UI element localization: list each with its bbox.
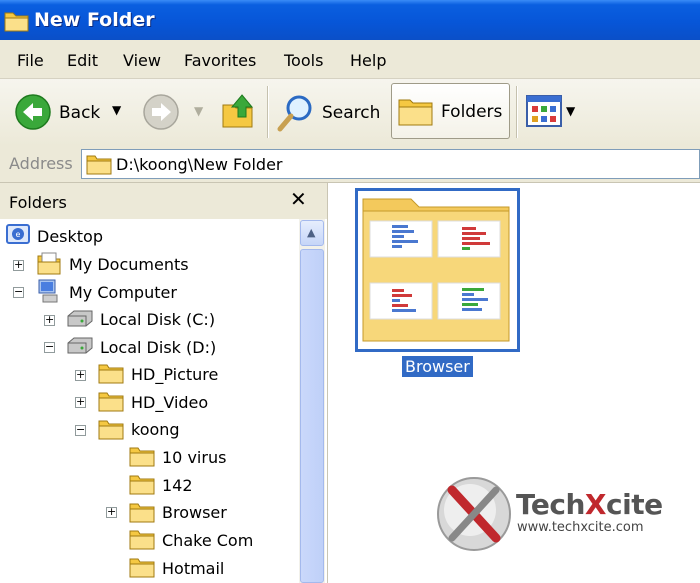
- folder-icon: [98, 420, 124, 440]
- tree-item-hd-video[interactable]: HD_Video: [131, 393, 208, 412]
- expand-toggle[interactable]: +: [13, 258, 24, 271]
- tree-item-koong[interactable]: koong: [131, 420, 180, 439]
- up-folder-icon[interactable]: [220, 91, 258, 131]
- close-icon[interactable]: ✕: [290, 187, 307, 211]
- tree-item-browser[interactable]: Browser: [162, 503, 227, 522]
- folders-pane-title: Folders: [9, 193, 67, 212]
- menu-favorites[interactable]: Favorites: [184, 51, 256, 70]
- svg-text:e: e: [16, 230, 21, 239]
- folder-icon: [129, 475, 155, 495]
- content-pane: Browser: [328, 183, 700, 583]
- folder-icon: [86, 155, 112, 175]
- folders-pane: Folders ✕ e Desktop + My Documents − My …: [0, 183, 328, 583]
- folder-icon: [129, 447, 155, 467]
- tree-item-local-disk-d[interactable]: Local Disk (D:): [100, 338, 216, 357]
- my-documents-icon: [37, 252, 61, 275]
- title-bar: New Folder: [0, 0, 700, 40]
- address-input[interactable]: D:\koong\New Folder: [81, 149, 700, 179]
- back-button[interactable]: Back ▼: [10, 87, 130, 137]
- tree-item-hotmail[interactable]: Hotmail: [162, 559, 224, 578]
- back-label: Back: [59, 103, 101, 123]
- folder-thumbnail-icon: [362, 198, 510, 342]
- folder-label-browser[interactable]: Browser: [402, 356, 473, 377]
- folders-scrollbar[interactable]: ▲: [299, 219, 325, 583]
- window-title: New Folder: [34, 9, 155, 31]
- expand-toggle[interactable]: +: [75, 368, 86, 381]
- tree-item-chake-com[interactable]: Chake Com: [162, 531, 253, 550]
- folders-icon: [398, 99, 433, 126]
- views-dropdown-icon[interactable]: ▼: [566, 104, 575, 118]
- expand-toggle[interactable]: +: [106, 505, 117, 518]
- tree-item-10-virus[interactable]: 10 virus: [162, 448, 226, 467]
- expand-toggle[interactable]: +: [75, 395, 86, 408]
- tree-item-hd-picture[interactable]: HD_Picture: [131, 365, 218, 384]
- folder-icon: [4, 12, 29, 32]
- address-bar: Address D:\koong\New Folder: [0, 146, 700, 183]
- techxcite-logo: [437, 477, 511, 551]
- menu-view[interactable]: View: [123, 51, 161, 70]
- menu-file[interactable]: File: [17, 51, 44, 70]
- scroll-up-button[interactable]: ▲: [300, 220, 324, 246]
- expand-toggle[interactable]: −: [44, 340, 55, 353]
- toolbar: Back ▼ ▼ Search Folders ▼: [0, 79, 700, 147]
- views-button[interactable]: ▼: [524, 93, 580, 129]
- tree-item-local-disk-c[interactable]: Local Disk (C:): [100, 310, 215, 329]
- expand-toggle[interactable]: −: [75, 423, 86, 436]
- folder-icon: [98, 364, 124, 384]
- menu-edit[interactable]: Edit: [67, 51, 98, 70]
- address-value: D:\koong\New Folder: [116, 155, 283, 174]
- menu-help[interactable]: Help: [350, 51, 386, 70]
- toolbar-separator: [516, 86, 518, 138]
- watermark-url: www.techxcite.com: [517, 520, 644, 535]
- back-arrow-icon: [15, 94, 51, 130]
- address-label: Address: [9, 154, 73, 173]
- toolbar-separator: [267, 86, 269, 138]
- back-dropdown-icon[interactable]: ▼: [112, 103, 121, 117]
- search-button[interactable]: Search: [276, 87, 384, 137]
- folders-button[interactable]: Folders: [391, 83, 510, 139]
- scroll-thumb[interactable]: [300, 249, 324, 583]
- menu-tools[interactable]: Tools: [284, 51, 323, 70]
- folder-icon: [129, 503, 155, 523]
- search-label: Search: [322, 103, 381, 123]
- forward-dropdown-icon[interactable]: ▼: [194, 104, 203, 118]
- folders-pane-header: Folders ✕: [0, 183, 327, 219]
- tree-item-my-computer[interactable]: My Computer: [69, 283, 177, 302]
- menu-bar: File Edit View Favorites Tools Help: [0, 40, 700, 79]
- views-icon: [526, 95, 562, 127]
- my-computer-icon: [38, 279, 58, 303]
- watermark-brand: TechXcite: [516, 488, 663, 521]
- folder-icon: [98, 392, 124, 412]
- expand-toggle[interactable]: −: [13, 285, 24, 298]
- tree-item-my-documents[interactable]: My Documents: [69, 255, 189, 274]
- forward-arrow-icon[interactable]: [142, 93, 180, 131]
- hard-disk-icon: [67, 310, 93, 327]
- tree-item-desktop[interactable]: Desktop: [37, 227, 103, 246]
- expand-toggle[interactable]: +: [44, 313, 55, 326]
- folder-thumbnail-browser[interactable]: [355, 188, 520, 352]
- desktop-icon: e: [6, 224, 30, 244]
- folder-icon: [129, 558, 155, 578]
- folders-label: Folders: [441, 102, 503, 122]
- chevron-up-icon: ▲: [307, 226, 316, 239]
- folder-icon: [129, 530, 155, 550]
- search-magnifier-icon: [277, 95, 312, 132]
- tree-item-142[interactable]: 142: [162, 476, 193, 495]
- hard-disk-icon: [67, 337, 93, 354]
